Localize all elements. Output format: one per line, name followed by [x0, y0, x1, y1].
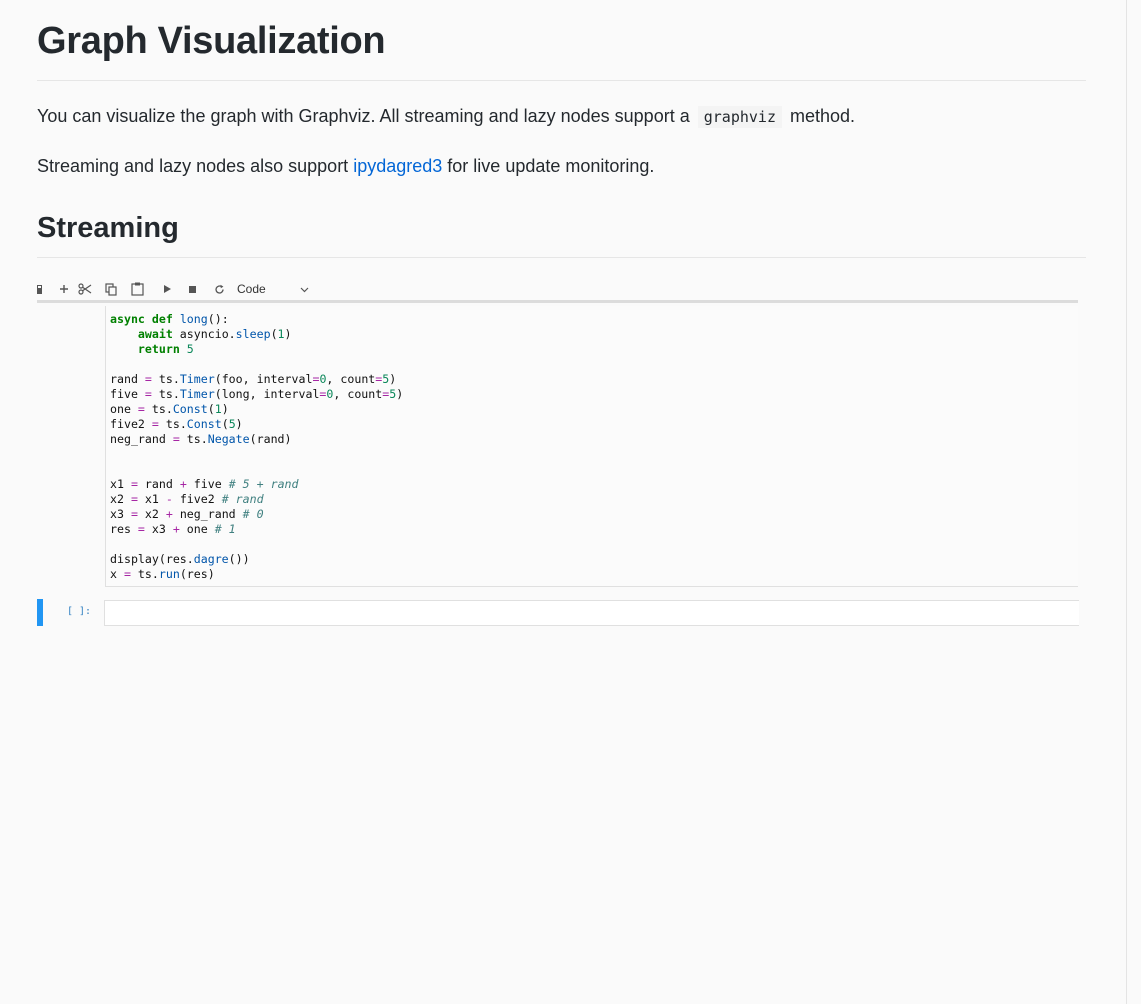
monitoring-text-end: for live update monitoring. — [447, 156, 655, 176]
run-icon[interactable] — [162, 279, 172, 299]
add-cell-icon[interactable] — [58, 279, 70, 299]
section-heading: Streaming — [37, 212, 179, 244]
monitoring-paragraph: Streaming and lazy nodes also support ip… — [37, 156, 654, 177]
cell-type-select[interactable]: Code — [237, 282, 309, 296]
save-icon[interactable] — [37, 279, 43, 299]
code-cell-source[interactable]: async def long(): await asyncio.sleep(1)… — [110, 312, 403, 582]
restart-icon[interactable] — [213, 279, 225, 299]
active-cell-indicator — [37, 599, 43, 626]
stop-icon[interactable] — [187, 279, 197, 299]
title-divider — [37, 80, 1086, 81]
copy-icon[interactable] — [104, 279, 118, 299]
page-title: Graph Visualization — [37, 20, 386, 62]
chevron-down-icon — [300, 282, 309, 296]
empty-cell-input[interactable] — [104, 600, 1079, 626]
cell-prompt: [ ]: — [67, 606, 92, 617]
window-edge — [1126, 0, 1127, 1004]
section-divider — [37, 257, 1086, 258]
intro-text: You can visualize the graph with Graphvi… — [37, 106, 690, 126]
notebook-toolbar: Code — [37, 279, 1078, 299]
toolbar-divider — [37, 300, 1078, 303]
monitoring-text: Streaming and lazy nodes also support — [37, 156, 349, 176]
paste-icon[interactable] — [130, 279, 144, 299]
ipydagred3-link[interactable]: ipydagred3 — [353, 156, 442, 176]
intro-paragraph: You can visualize the graph with Graphvi… — [37, 106, 856, 128]
cut-icon[interactable] — [78, 279, 92, 299]
intro-text-end: method. — [790, 106, 856, 126]
inline-code: graphviz — [697, 106, 782, 128]
cell-type-label: Code — [237, 282, 266, 296]
